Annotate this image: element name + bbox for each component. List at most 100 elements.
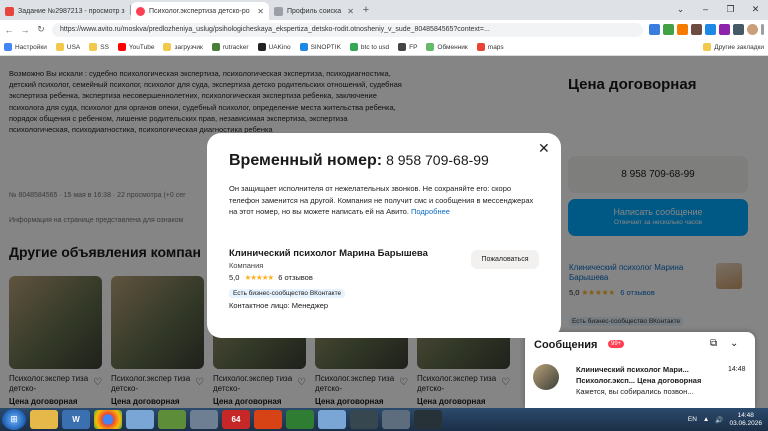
apps-icon bbox=[4, 43, 12, 51]
uakino-icon bbox=[257, 43, 266, 51]
bookmarks-bar: Настройки USA SS YouTube загрузчик rutra… bbox=[0, 39, 768, 56]
maximize-icon[interactable]: ❐ bbox=[718, 0, 743, 20]
google-icon bbox=[349, 43, 358, 51]
messages-title: Сообщения bbox=[534, 339, 598, 351]
bookmark-item[interactable]: YouTube bbox=[117, 43, 154, 51]
chevron-down-icon[interactable]: ⌄ bbox=[730, 338, 738, 349]
app-icon[interactable] bbox=[190, 410, 218, 429]
vk-community-badge: Есть бизнес-сообщество ВКонтакте bbox=[229, 289, 346, 298]
seller-rating: 5,0 ★★★★★ 6 отзывов bbox=[229, 273, 313, 282]
extension-icon[interactable] bbox=[677, 24, 688, 35]
folder-icon bbox=[163, 43, 172, 51]
messages-widget[interactable]: Сообщения 99+ ⧉ ⌄ Клинический психолог М… bbox=[525, 332, 755, 408]
profile-avatar-icon[interactable] bbox=[747, 24, 758, 35]
network-icon[interactable] bbox=[126, 410, 154, 429]
chat-time: 14:48 bbox=[728, 366, 746, 373]
extension-icon[interactable] bbox=[663, 24, 674, 35]
back-icon[interactable]: ← bbox=[4, 25, 14, 35]
tab-title: Психолог.экспертиза детско-ро bbox=[149, 7, 250, 15]
close-tab-icon[interactable]: ✕ bbox=[347, 7, 354, 16]
terminal-icon[interactable] bbox=[414, 410, 442, 429]
bookmark-item[interactable]: FP bbox=[398, 43, 417, 51]
extension-icon[interactable] bbox=[691, 24, 702, 35]
modal-text: Он защищает исполнителя от нежелательных… bbox=[229, 184, 534, 216]
modal-title: Временный номер: 8 958 709-68-99 bbox=[229, 152, 489, 169]
tab-avito[interactable]: Психолог.экспертиза детско-ро ✕ bbox=[131, 2, 269, 20]
close-icon[interactable]: ✕ bbox=[538, 140, 550, 157]
tab-profile[interactable]: Профиль соиска ✕ bbox=[269, 2, 359, 20]
aida64-icon[interactable]: 64 bbox=[222, 410, 250, 429]
bookmark-item[interactable]: rutracker bbox=[211, 43, 249, 51]
wps-icon[interactable]: W bbox=[62, 410, 90, 429]
bookmark-item[interactable]: загрузчик bbox=[163, 43, 203, 51]
rating-value: 5,0 bbox=[229, 273, 240, 282]
profile-favicon-icon bbox=[274, 6, 283, 16]
language-indicator[interactable]: EN bbox=[688, 416, 697, 423]
bookmark-item[interactable]: maps bbox=[476, 43, 504, 51]
app-icon[interactable] bbox=[382, 410, 410, 429]
maps-icon bbox=[476, 43, 485, 51]
expand-icon[interactable]: ⧉ bbox=[710, 338, 717, 349]
fp-icon bbox=[398, 43, 407, 51]
other-bookmarks[interactable]: Другие закладки bbox=[703, 43, 764, 51]
app-icon[interactable] bbox=[254, 410, 282, 429]
chrome-icon[interactable] bbox=[94, 410, 122, 429]
rutracker-icon bbox=[211, 43, 220, 51]
explorer-icon[interactable] bbox=[30, 410, 58, 429]
bookmark-item[interactable]: USA bbox=[55, 43, 80, 51]
chevron-down-icon[interactable]: ⌄ bbox=[668, 0, 693, 20]
app-icon[interactable] bbox=[286, 410, 314, 429]
tab-task[interactable]: Задание №2987213 - просмотр з ✕ bbox=[0, 2, 130, 20]
folder-icon bbox=[703, 43, 712, 51]
window-controls: ⌄ – ❐ ✕ bbox=[668, 0, 768, 20]
extension-icon[interactable] bbox=[705, 24, 716, 35]
money-app-icon[interactable] bbox=[158, 410, 186, 429]
extension-icon[interactable] bbox=[733, 24, 744, 35]
youtube-icon bbox=[117, 43, 126, 51]
complain-button[interactable]: Пожаловаться bbox=[471, 250, 539, 269]
seller-name[interactable]: Клинический психолог Марина Барышева bbox=[229, 248, 428, 259]
contact-person: Контактное лицо: Менеджер bbox=[229, 301, 329, 310]
app-icon[interactable] bbox=[318, 410, 346, 429]
tab-bar: Задание №2987213 - просмотр з ✕ Психолог… bbox=[0, 0, 768, 20]
windows-taskbar: ⊞ W 64 EN ▲ 🔊 14:48 03.06.2026 bbox=[0, 408, 768, 431]
url-field[interactable]: https://www.avito.ru/moskva/predlozheniy… bbox=[52, 22, 643, 37]
app-icon[interactable] bbox=[350, 410, 378, 429]
forward-icon[interactable]: → bbox=[20, 25, 30, 35]
bookmark-item[interactable]: SINOPTIK bbox=[299, 43, 341, 51]
bookmark-item[interactable]: SS bbox=[89, 43, 109, 51]
chat-avatar bbox=[533, 364, 559, 390]
bookmark-item[interactable]: Настройки bbox=[4, 43, 47, 51]
rating-stars-icon: ★★★★★ bbox=[244, 273, 275, 282]
bookmark-item[interactable]: UAKino bbox=[257, 43, 291, 51]
close-tab-icon[interactable]: ✕ bbox=[257, 7, 264, 16]
close-window-icon[interactable]: ✕ bbox=[743, 0, 768, 20]
sinoptik-icon bbox=[299, 43, 308, 51]
volume-icon[interactable]: 🔊 bbox=[715, 416, 723, 424]
unread-badge: 99+ bbox=[608, 340, 625, 348]
folder-icon bbox=[55, 43, 64, 51]
clock[interactable]: 14:48 03.06.2026 bbox=[729, 412, 762, 428]
tray-arrow-icon[interactable]: ▲ bbox=[703, 416, 709, 423]
reload-icon[interactable]: ↻ bbox=[36, 24, 46, 35]
bookmark-item[interactable]: Обменник bbox=[426, 43, 468, 51]
extension-icon[interactable] bbox=[719, 24, 730, 35]
reviews-count[interactable]: 6 отзывов bbox=[278, 273, 313, 282]
system-tray: EN ▲ 🔊 14:48 03.06.2026 bbox=[688, 412, 768, 428]
menu-icon[interactable] bbox=[761, 24, 764, 35]
extension-icon[interactable] bbox=[649, 24, 660, 35]
sp-favicon-icon bbox=[5, 6, 14, 16]
more-link[interactable]: Подробнее bbox=[411, 207, 450, 216]
minimize-icon[interactable]: – bbox=[693, 0, 718, 20]
tab-title: Задание №2987213 - просмотр з bbox=[18, 7, 125, 15]
chat-sender[interactable]: Клинический психолог Мари... bbox=[576, 365, 689, 374]
chat-preview[interactable]: Кажется, вы собирались позвон... bbox=[576, 387, 693, 396]
chat-subject[interactable]: Психолог.эксп... Цена договорная bbox=[576, 376, 701, 385]
new-tab-icon[interactable]: + bbox=[359, 4, 373, 16]
start-button[interactable]: ⊞ bbox=[2, 409, 26, 430]
temporary-phone-number[interactable]: 8 958 709-68-99 bbox=[386, 152, 489, 168]
bookmark-item[interactable]: btc to usd bbox=[349, 43, 389, 51]
avito-favicon-icon bbox=[136, 6, 145, 16]
temporary-number-modal: ✕ Временный номер: 8 958 709-68-99 Он защ… bbox=[207, 133, 561, 338]
extensions bbox=[649, 24, 764, 35]
